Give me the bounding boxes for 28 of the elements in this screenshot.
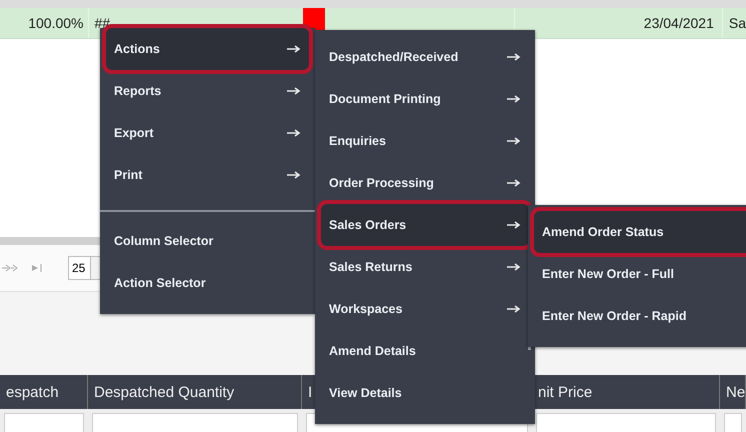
input-field[interactable] [724, 413, 742, 432]
menu-item[interactable]: Enter New Order - Rapid [534, 295, 746, 337]
menu-item[interactable]: Print [106, 154, 309, 196]
status-square-icon [303, 8, 326, 30]
table-cell: 100.00% [0, 8, 89, 38]
menu-item[interactable]: Enter New Order - Full [534, 253, 746, 295]
menu-item[interactable]: Column Selector [106, 220, 309, 262]
table-cell-text: Sa [728, 15, 746, 31]
table-cell-text: ## [94, 15, 112, 31]
menu-item[interactable]: Amend Details [321, 330, 529, 372]
menu-item[interactable]: Document Printing [321, 78, 529, 120]
menu-item[interactable]: Sales Returns [321, 246, 529, 288]
menu-item[interactable]: Export [106, 112, 309, 154]
menu-item[interactable]: Despatched/Received [321, 36, 529, 78]
menu-item[interactable]: Amend Order Status [534, 211, 746, 253]
menu-item[interactable]: Enquiries [321, 120, 529, 162]
menu-item[interactable]: Sales Orders [321, 204, 529, 246]
input-field[interactable] [4, 413, 84, 432]
input-field[interactable] [536, 413, 716, 432]
menu-item[interactable]: Action Selector [106, 262, 309, 304]
next-page-icon[interactable] [2, 263, 20, 273]
menu-item[interactable]: Actions [106, 28, 309, 70]
menu-item[interactable]: View Details [321, 372, 529, 414]
menu-item[interactable]: Reports [106, 70, 309, 112]
last-page-icon[interactable] [30, 263, 44, 273]
menu-item[interactable]: Workspaces [321, 288, 529, 330]
input-field[interactable] [92, 413, 298, 432]
menu-item[interactable]: Order Processing [321, 162, 529, 204]
